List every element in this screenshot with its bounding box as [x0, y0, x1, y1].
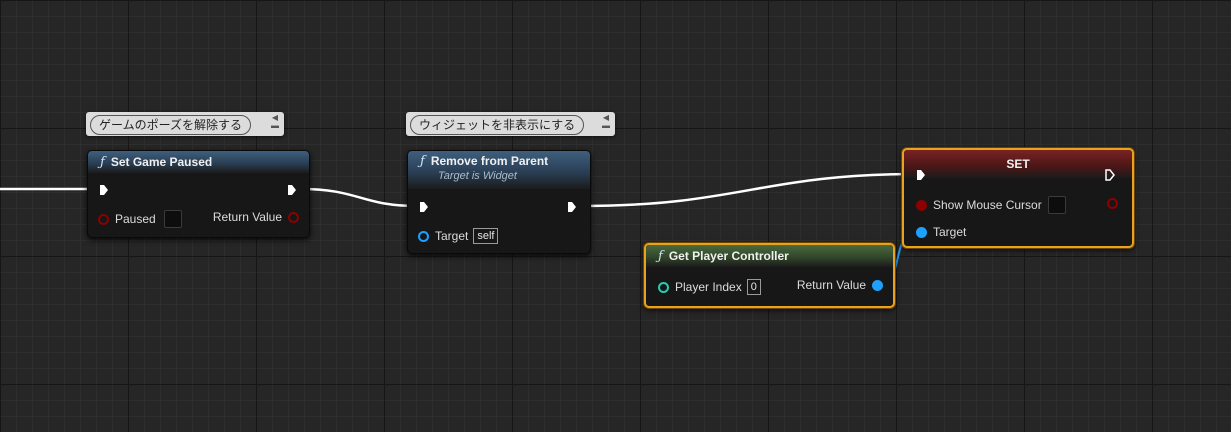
exec-in-pin-icon[interactable] — [419, 201, 429, 213]
node-header: ƒ Get Player Controller — [646, 245, 893, 267]
node-title: Get Player Controller — [668, 249, 789, 263]
pin-paused: Paused — [98, 210, 182, 228]
node-remove-from-parent[interactable]: ƒ Remove from Parent Target is Widget Tar… — [407, 150, 591, 254]
node-title: Set Game Paused — [110, 155, 213, 169]
bool-pin-icon[interactable] — [916, 199, 927, 211]
pin-target: Target — [916, 225, 966, 239]
comment-pin-icon[interactable]: ◀ ▬ — [601, 114, 611, 130]
pin-return-value: Return Value — [797, 278, 883, 292]
comment-text: ゲームのポーズを解除する — [90, 115, 252, 135]
pin-label: Target — [933, 225, 967, 239]
exec-out-pin-icon[interactable] — [287, 184, 297, 196]
paused-checkbox[interactable] — [163, 210, 182, 228]
node-set-game-paused[interactable]: ƒ Set Game Paused Paused Return Value — [87, 150, 310, 238]
pin-show-mouse-cursor: Show Mouse Cursor — [916, 196, 1066, 214]
pin-label: Return Value — [212, 210, 282, 224]
pin-label: Paused — [115, 212, 156, 226]
bool-pin-icon[interactable] — [98, 213, 109, 225]
node-set-show-mouse-cursor[interactable]: SET Show Mouse Cursor Target — [902, 148, 1134, 248]
show-mouse-cursor-checkbox[interactable] — [1047, 196, 1066, 214]
bool-out-pin-icon[interactable] — [1107, 198, 1118, 209]
function-icon: ƒ — [658, 249, 663, 264]
pin-label: Player Index — [675, 280, 742, 294]
pin-target: Target self — [418, 228, 499, 244]
pin-label: Show Mouse Cursor — [933, 198, 1042, 212]
node-title: SET — [1006, 157, 1030, 171]
object-pin-icon[interactable] — [916, 226, 927, 238]
object-pin-icon[interactable] — [872, 279, 883, 291]
pin-label: Return Value — [796, 278, 866, 292]
comment-remove-from-parent[interactable]: ウィジェットを非表示にする ◀ ▬ — [406, 112, 615, 136]
int-pin-icon[interactable] — [658, 281, 669, 293]
function-icon: ƒ — [100, 155, 105, 170]
player-index-value[interactable]: 0 — [746, 279, 761, 295]
exec-in-pin-icon[interactable] — [99, 184, 109, 196]
bool-pin-icon[interactable] — [288, 211, 299, 223]
exec-out-pin-icon[interactable] — [567, 201, 577, 213]
comment-pin-icon[interactable]: ◀ ▬ — [270, 114, 280, 130]
node-subtitle: Target is Widget — [438, 170, 517, 182]
comment-text: ウィジェットを非表示にする — [410, 115, 585, 135]
function-icon: ƒ — [420, 154, 425, 169]
object-pin-icon[interactable] — [418, 230, 429, 242]
pin-label: Target — [435, 229, 469, 243]
node-header: SET — [904, 150, 1132, 178]
node-get-player-controller[interactable]: ƒ Get Player Controller Player Index 0 Re… — [644, 243, 895, 308]
node-title: Remove from Parent — [430, 154, 549, 168]
exec-wire-paused-to-remove — [299, 187, 419, 208]
node-header: ƒ Set Game Paused — [88, 151, 309, 173]
exec-out-pin-icon[interactable] — [1105, 169, 1115, 181]
pin-return-value: Return Value — [213, 210, 299, 224]
target-default-value[interactable]: self — [473, 228, 499, 244]
exec-wire-remove-to-set — [579, 172, 919, 208]
pin-player-index: Player Index 0 — [658, 279, 761, 295]
comment-set-game-paused[interactable]: ゲームのポーズを解除する ◀ ▬ — [86, 112, 284, 136]
node-header: ƒ Remove from Parent Target is Widget — [408, 151, 590, 189]
exec-in-pin-icon[interactable] — [916, 169, 926, 181]
